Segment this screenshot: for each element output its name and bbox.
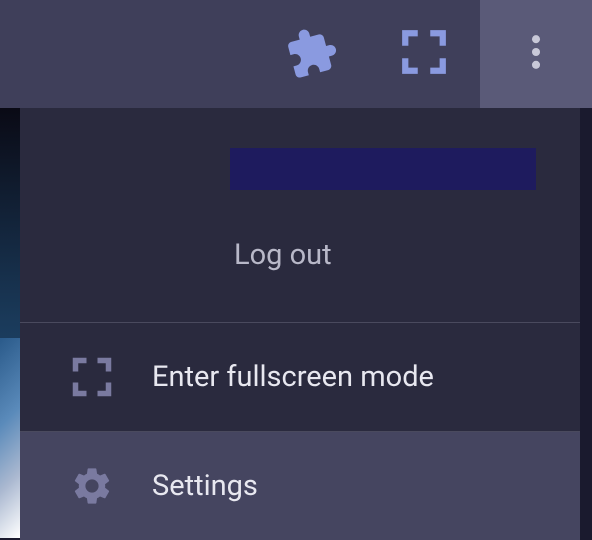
toolbar <box>0 0 592 108</box>
gear-icon <box>70 464 114 508</box>
page-backdrop-image <box>0 338 20 538</box>
menu-item-fullscreen[interactable]: Enter fullscreen mode <box>20 323 580 431</box>
puzzle-piece-icon <box>286 26 338 82</box>
menu-item-label: Settings <box>152 469 258 503</box>
fullscreen-button[interactable] <box>368 0 480 108</box>
fullscreen-icon <box>399 27 449 81</box>
kebab-menu-icon <box>514 30 558 78</box>
extensions-button[interactable] <box>256 0 368 108</box>
menu-item-settings[interactable]: Settings <box>20 432 580 540</box>
account-section: Log out <box>20 108 580 322</box>
menu-item-label: Enter fullscreen mode <box>152 360 434 394</box>
dropdown-menu: Log out Enter fullscreen mode Settings <box>20 108 580 540</box>
fullscreen-icon <box>70 355 114 399</box>
logout-link[interactable]: Log out <box>234 238 550 272</box>
redacted-account-info <box>230 148 536 190</box>
menu-button[interactable] <box>480 0 592 108</box>
